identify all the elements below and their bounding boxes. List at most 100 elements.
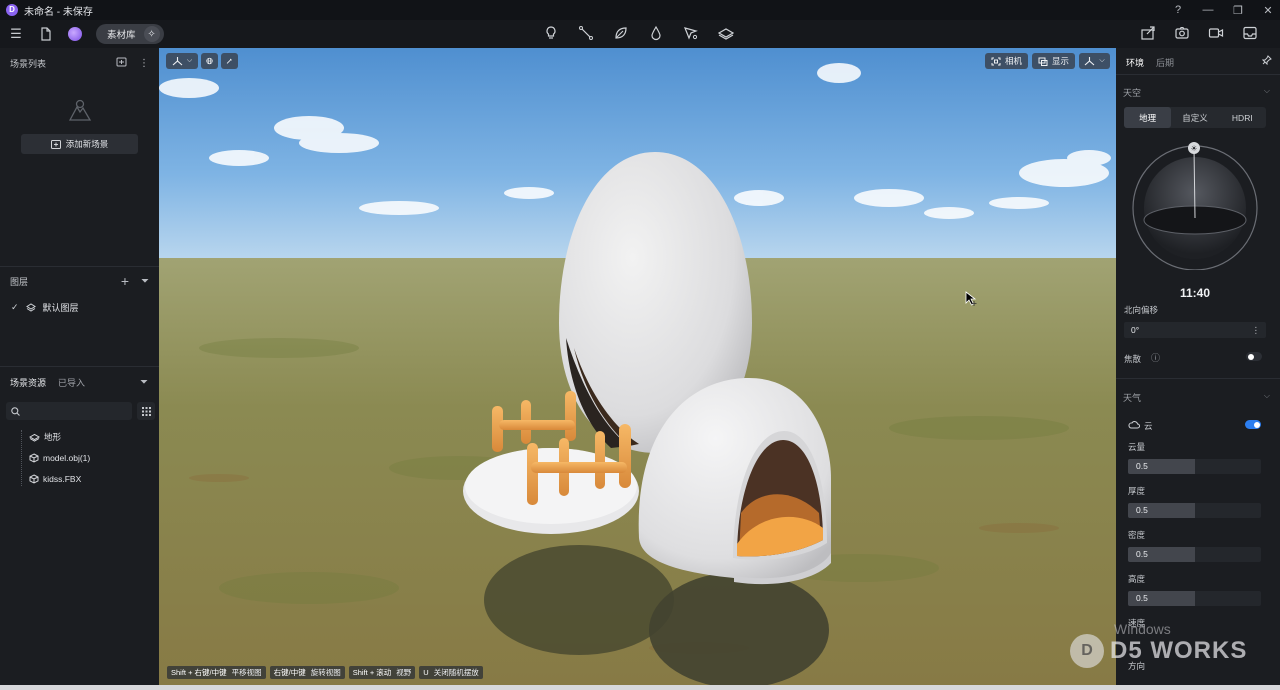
video-icon[interactable] (1208, 25, 1224, 41)
hint-fov: Shift + 滚动 视野 (348, 666, 416, 679)
list-item[interactable]: 地形 (29, 428, 61, 446)
more-options-icon[interactable]: ⋮ (139, 58, 149, 69)
caustics-toggle[interactable] (1246, 352, 1262, 361)
close-icon[interactable]: ✕ (1262, 4, 1274, 17)
sky-mode-custom[interactable]: 自定义 (1171, 107, 1218, 128)
more-options-icon[interactable]: ⋮ (1252, 325, 1261, 336)
search-icon (11, 406, 20, 416)
add-layer-icon[interactable]: + (121, 273, 129, 289)
camera-view-label: 相机 (1004, 56, 1022, 66)
window-title: 未命名 - 未保存 (24, 6, 93, 18)
sky-mode-geo[interactable]: 地理 (1124, 107, 1172, 128)
search-input[interactable] (25, 406, 125, 416)
thickness-label: 厚度 (1128, 486, 1146, 496)
grid-icon (141, 406, 151, 416)
cloud-amount-label: 云量 (1128, 442, 1146, 452)
tab-imported[interactable]: 已导入 (58, 376, 85, 389)
panel-divider (0, 266, 159, 267)
render-icon[interactable] (1242, 25, 1258, 41)
help-icon[interactable]: ? (1172, 4, 1184, 16)
slider-value: 0.5 (1136, 461, 1148, 471)
camera-view-button[interactable]: 相机 (985, 53, 1028, 69)
terrain-icon (29, 433, 40, 442)
height-slider[interactable]: 0.5 (1128, 591, 1261, 606)
3d-viewport[interactable]: ⌵ 相机 显示 ⌵ Shift + 右键/中键 平移视图 右键/中键 旋转视图 Sh… (159, 48, 1116, 685)
display-label: 显示 (1051, 56, 1069, 66)
shortcut-hints: Shift + 右键/中键 平移视图 右键/中键 旋转视图 Shift + 滚动 视野… (167, 666, 483, 679)
weather-section-title: 天气 (1123, 393, 1142, 403)
cloud-label: 云 (1144, 421, 1153, 431)
axis-icon (1084, 57, 1095, 66)
tab-environment[interactable]: 环境 (1126, 56, 1144, 69)
tab-scene-assets[interactable]: 场景资源 (10, 376, 46, 389)
sparkle-icon[interactable]: ✧ (143, 26, 160, 42)
globe-button[interactable] (201, 53, 218, 69)
layer-item-default[interactable]: ✓ 默认图层 (0, 298, 159, 316)
panel-divider (1116, 74, 1280, 75)
light-bulb-icon[interactable] (543, 25, 559, 41)
leaf-icon[interactable] (613, 25, 629, 41)
window-controls: ? — ❐ ✕ (1172, 0, 1274, 20)
d5-works-watermark: D D5 WORKS (1070, 634, 1247, 668)
chevron-down-icon[interactable]: ⌵ (1264, 391, 1270, 401)
pin-icon[interactable] (1261, 55, 1272, 68)
filter-icon[interactable]: ⏷ (140, 377, 148, 388)
time-of-day[interactable]: 11:40 (1116, 286, 1274, 300)
terrain-layers-icon[interactable] (718, 25, 734, 41)
taskbar-strip (0, 685, 1280, 690)
app-logo-icon: D (6, 4, 18, 16)
view-mode-button[interactable]: ⌵ (166, 53, 198, 69)
axis-icon (172, 57, 183, 66)
axis-options-button[interactable]: ⌵ (1079, 53, 1110, 69)
minimize-icon[interactable]: — (1202, 4, 1214, 16)
cloud-amount-slider[interactable]: 0.5 (1128, 459, 1261, 474)
assets-tabs: 场景资源 已导入 ⏷ (0, 369, 159, 395)
title-bar: D 未命名 - 未保存 ? — ❐ ✕ (0, 0, 1280, 20)
list-item[interactable]: kidss.FBX (29, 470, 81, 488)
cursor-brush-icon[interactable] (683, 25, 699, 41)
sky-mode-hdri[interactable]: HDRI (1219, 107, 1266, 128)
asset-label: model.obj(1) (43, 453, 91, 463)
check-icon[interactable]: ✓ (11, 302, 19, 313)
sky-section-title: 天空 (1123, 88, 1142, 98)
thickness-slider[interactable]: 0.5 (1128, 503, 1261, 518)
north-offset-label: 北向偏移 (1124, 305, 1159, 315)
slider-value: 0.5 (1136, 593, 1148, 603)
caustics-label: 焦散 (1124, 354, 1142, 364)
display-button[interactable]: 显示 (1032, 53, 1075, 69)
right-panel-tabs: 环境 后期 (1126, 56, 1174, 69)
hint-pan: Shift + 右键/中键 平移视图 (167, 666, 266, 679)
chevron-down-icon: ⌵ (1099, 57, 1105, 64)
file-icon[interactable] (38, 26, 54, 42)
water-drop-icon[interactable] (648, 25, 664, 41)
layer-stack-icon (25, 302, 36, 312)
hint-rotate: 右键/中键 旋转视图 (269, 666, 345, 679)
panel-divider (1116, 378, 1280, 379)
right-panel: 环境 后期 天空 ⌵ 地理 自定义 HDRI ☀ 11:40 北向偏移 0° ⋮… (1116, 48, 1280, 685)
asset-label: kidss.FBX (43, 474, 82, 484)
hint-random: U 关闭随机摆放 (419, 666, 483, 679)
cloud-toggle[interactable] (1245, 420, 1261, 429)
menu-icon[interactable]: ☰ (8, 26, 24, 42)
cloud-icon (1128, 421, 1140, 429)
tab-post[interactable]: 后期 (1156, 56, 1174, 69)
panel-divider (0, 366, 159, 367)
north-offset-input[interactable]: 0° ⋮ (1124, 322, 1266, 338)
chevron-down-icon[interactable]: ⌵ (1264, 86, 1270, 96)
add-scene-label: 添加新场景 (65, 139, 109, 149)
camera-icon[interactable] (1174, 25, 1190, 41)
path-icon[interactable] (578, 25, 594, 41)
filter-icon[interactable]: ⏷ (141, 276, 149, 287)
assistant-icon[interactable] (68, 27, 82, 41)
scene-add-icon[interactable] (116, 57, 127, 70)
export-icon[interactable] (1140, 25, 1156, 41)
library-button[interactable]: 素材库 ✧ (96, 24, 164, 44)
sun-position-dial[interactable]: ☀ (1131, 140, 1259, 270)
help-circle-icon[interactable]: ⓘ (1151, 351, 1160, 364)
grid-view-button[interactable] (137, 402, 155, 420)
picker-button[interactable] (221, 53, 238, 69)
add-scene-button[interactable]: 添加新场景 (21, 134, 138, 154)
list-item[interactable]: model.obj(1) (29, 449, 90, 467)
density-slider[interactable]: 0.5 (1128, 547, 1261, 562)
restore-icon[interactable]: ❐ (1232, 4, 1244, 17)
